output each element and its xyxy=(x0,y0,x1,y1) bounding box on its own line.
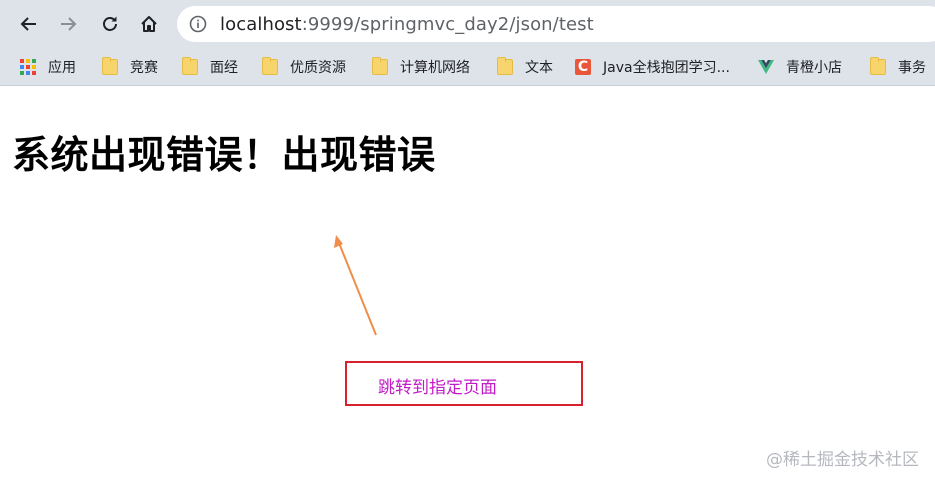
bookmark-folder[interactable]: 事务 xyxy=(870,56,926,78)
address-bar[interactable]: localhost:9999/springmvc_day2/json/test xyxy=(177,6,935,42)
bookmark-java-group[interactable]: C Java全栈抱团学习... xyxy=(575,56,730,78)
csdn-c-icon: C xyxy=(575,59,591,75)
back-button[interactable] xyxy=(14,9,44,39)
bookmark-label: 优质资源 xyxy=(290,60,346,76)
forward-arrow-icon xyxy=(61,17,77,31)
bookmark-folder[interactable]: 计算机网络 xyxy=(372,56,470,78)
apps-grid-icon xyxy=(20,59,36,75)
url-text[interactable]: localhost:9999/springmvc_day2/json/test xyxy=(220,14,594,35)
browser-toolbar: localhost:9999/springmvc_day2/json/test xyxy=(0,0,935,48)
folder-icon xyxy=(372,57,388,75)
folder-icon xyxy=(262,57,278,75)
url-path: :9999/springmvc_day2/json/test xyxy=(301,14,594,35)
folder-icon xyxy=(497,57,513,75)
folder-icon xyxy=(182,57,198,75)
folder-icon xyxy=(870,57,886,75)
bookmark-label: 事务 xyxy=(898,60,926,76)
bookmark-label: Java全栈抱团学习... xyxy=(603,60,730,76)
vue-logo-icon xyxy=(758,60,774,74)
url-host: localhost xyxy=(220,14,302,35)
forward-button[interactable] xyxy=(53,9,83,39)
home-icon xyxy=(141,16,157,32)
goto-page-link[interactable]: 跳转到指定页面 xyxy=(378,373,497,398)
bookmark-folder[interactable]: 面经 xyxy=(182,56,238,78)
info-icon[interactable] xyxy=(189,15,207,33)
home-button[interactable] xyxy=(134,9,164,39)
bookmark-folder[interactable]: 优质资源 xyxy=(262,56,346,78)
reload-button[interactable] xyxy=(95,9,125,39)
folder-icon xyxy=(102,57,118,75)
back-arrow-icon xyxy=(20,17,36,31)
annotation-highlight-box: 跳转到指定页面 xyxy=(345,361,583,406)
bookmarks-bar: 应用 竞赛 面经 优质资源 计算机网络 文本 C Java全栈抱团学习... 青… xyxy=(0,48,935,86)
bookmark-folder[interactable]: 文本 xyxy=(497,56,553,78)
annotation-arrow xyxy=(334,235,377,336)
page-content: 系统出现错误！出现错误 跳转到指定页面 @稀土掘金技术社区 xyxy=(0,86,935,484)
bookmark-folder[interactable]: 竞赛 xyxy=(102,56,158,78)
bookmark-label: 青橙小店 xyxy=(786,60,842,76)
bookmark-apps[interactable]: 应用 xyxy=(20,56,76,78)
bookmark-qingcheng-shop[interactable]: 青橙小店 xyxy=(758,56,842,78)
reload-icon xyxy=(103,16,117,31)
bookmark-label: 竞赛 xyxy=(130,60,158,76)
bookmark-label: 计算机网络 xyxy=(400,60,470,76)
bookmark-label: 面经 xyxy=(210,60,238,76)
watermark: @稀土掘金技术社区 xyxy=(766,450,919,470)
bookmark-label: 应用 xyxy=(48,60,76,76)
error-heading: 系统出现错误！出现错误 xyxy=(12,133,436,177)
bookmark-label: 文本 xyxy=(525,60,553,76)
